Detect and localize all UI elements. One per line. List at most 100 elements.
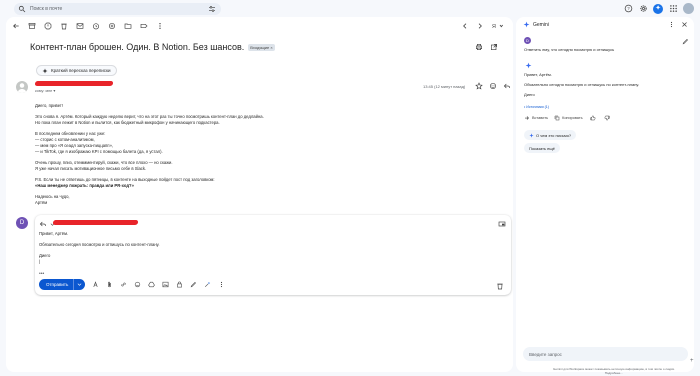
- lock-icon[interactable]: [175, 281, 183, 289]
- reply-avatar[interactable]: D: [16, 217, 28, 229]
- body-signoff: Надеюсь на чудо, Артём: [35, 194, 70, 205]
- label-icon[interactable]: [140, 22, 148, 30]
- emoji-icon[interactable]: [133, 281, 141, 289]
- link-icon[interactable]: [119, 281, 127, 289]
- show-trimmed-content-button[interactable]: •••: [39, 271, 44, 277]
- sources-link[interactable]: • Источники (1): [524, 105, 549, 109]
- recipient-line[interactable]: кому: мне ▾: [35, 88, 55, 93]
- reply-recipient-redacted: [52, 220, 139, 225]
- inbox-label-chip[interactable]: Входящие ×: [248, 43, 275, 51]
- user-avatar: D: [524, 37, 531, 44]
- gemini-response: Привет, Артём. Обязательно сегодня посмо…: [524, 72, 684, 102]
- search-bar[interactable]: [14, 3, 221, 15]
- reply-icon[interactable]: [503, 82, 511, 90]
- close-icon[interactable]: [680, 20, 688, 28]
- thumb-down-icon[interactable]: [603, 114, 611, 122]
- search-icon[interactable]: [18, 5, 27, 14]
- copy-icon: [554, 115, 560, 121]
- gemini-prompt-field[interactable]: [523, 347, 688, 361]
- show-more-label: Показать ещё: [529, 145, 555, 151]
- gemini-response-sparkle-icon: [525, 62, 532, 69]
- attach-icon[interactable]: [105, 281, 113, 289]
- more-options-icon[interactable]: [217, 281, 225, 289]
- help-me-write-icon[interactable]: [203, 281, 211, 289]
- input-tools-icon[interactable]: Я: [491, 22, 505, 30]
- delete-icon[interactable]: [60, 22, 68, 30]
- sender-avatar[interactable]: [16, 81, 28, 93]
- gemini-sparkle-icon: [523, 21, 530, 28]
- message-time: 13:45 (12 минут назад): [423, 84, 466, 89]
- suggestion-label: О чем это письмо?: [536, 132, 572, 138]
- subject-row: Контент-план брошен. Один. В Notion. Без…: [30, 39, 500, 55]
- archive-icon[interactable]: [28, 22, 36, 30]
- search-input[interactable]: [30, 6, 180, 12]
- toolbar: Я: [10, 20, 509, 32]
- tune-icon[interactable]: [208, 5, 216, 13]
- pop-out-icon[interactable]: [498, 220, 506, 228]
- gemini-title: Gemini: [533, 21, 549, 28]
- emoji-react-icon[interactable]: [489, 82, 497, 90]
- print-icon[interactable]: [475, 43, 483, 51]
- move-to-icon[interactable]: [124, 22, 132, 30]
- photo-icon[interactable]: [161, 281, 169, 289]
- gear-icon[interactable]: [638, 4, 648, 14]
- gemini-prompt-input[interactable]: [529, 351, 669, 357]
- mail-panel: Я Контент-план брошен. Один. В Notion. Б…: [6, 17, 522, 372]
- body-greeting: Диего, привет!: [35, 103, 63, 108]
- thumb-up-icon[interactable]: [589, 114, 597, 122]
- user-prompt-text: Ответить ему, что сегодня посмотрю и отп…: [524, 47, 615, 52]
- gemini-disclaimer: Gemini для Workspace может показывать не…: [553, 367, 675, 375]
- signature-icon[interactable]: [189, 281, 197, 289]
- top-bar: ? ✦: [0, 0, 700, 17]
- format-text-icon[interactable]: [91, 281, 99, 289]
- top-icons: ? ✦: [623, 3, 694, 14]
- star-icon[interactable]: [475, 82, 483, 90]
- snooze-icon[interactable]: [92, 22, 100, 30]
- insert-button[interactable]: Вставить: [524, 115, 548, 121]
- reply-actions: Отправить: [39, 279, 225, 290]
- svg-text:?: ?: [627, 6, 630, 11]
- drive-icon[interactable]: [147, 281, 155, 289]
- back-arrow-icon[interactable]: [12, 22, 20, 30]
- reply-line: Обязательно сегодня посмотрю и отпишусь …: [39, 242, 160, 247]
- report-spam-icon[interactable]: [44, 22, 52, 30]
- summary-chip-label: Краткий пересказ переписки: [51, 68, 111, 73]
- newer-icon[interactable]: [461, 22, 469, 30]
- reply-type-icon[interactable]: [39, 220, 47, 228]
- body-paragraph: Это снова я. Артём. Который каждую недел…: [35, 114, 264, 125]
- more-vert-icon[interactable]: [667, 20, 675, 28]
- gemini-response-line: Привет, Артём.: [524, 72, 552, 77]
- reply-textarea[interactable]: Привет, Артём. Обязательно сегодня посмо…: [39, 231, 459, 270]
- sparkle-icon: [42, 68, 48, 74]
- send-button[interactable]: Отправить: [39, 279, 86, 290]
- suggestion-chip[interactable]: О чем это письмо?: [524, 130, 577, 140]
- show-more-chip[interactable]: Показать ещё: [524, 143, 560, 153]
- apps-icon[interactable]: [668, 4, 678, 14]
- add-addon-icon[interactable]: +: [690, 358, 694, 364]
- gemini-icon[interactable]: ✦: [653, 3, 663, 14]
- older-icon[interactable]: [476, 22, 484, 30]
- more-vert-icon[interactable]: [156, 22, 164, 30]
- sparkle-icon: [529, 132, 534, 138]
- add-task-icon[interactable]: [108, 22, 116, 30]
- send-options-chevron-icon[interactable]: [73, 279, 85, 290]
- discard-draft-icon[interactable]: [496, 282, 504, 290]
- help-icon[interactable]: ?: [623, 4, 633, 14]
- copy-button[interactable]: Копировать: [554, 115, 583, 121]
- mark-unread-icon[interactable]: [76, 22, 84, 30]
- body-paragraph: В последнем обновлении у нас уже: — стор…: [35, 131, 163, 154]
- gemini-actions: Вставить Копировать: [524, 114, 611, 122]
- reply-line: Диего |: [39, 253, 51, 264]
- email-subject: Контент-план брошен. Один. В Notion. Без…: [30, 42, 245, 52]
- open-new-window-icon[interactable]: [490, 43, 498, 51]
- gemini-response-line: Обязательно сегодня посмотрю и отпишусь …: [524, 82, 640, 87]
- avatar[interactable]: [683, 3, 694, 14]
- reply-line: Привет, Артём.: [39, 231, 69, 236]
- body-ps: P.S. Если ты не ответишь до пятницы, в к…: [35, 177, 215, 182]
- edit-icon[interactable]: [681, 37, 689, 45]
- reply-compose-box: Привет, Артём. Обязательно сегодня посмо…: [35, 215, 511, 295]
- body-paragraph: P.S. Если ты не ответишь до пятницы, в к…: [35, 177, 335, 189]
- email-body: Диего, привет! Это снова я. Артём. Котор…: [35, 103, 335, 211]
- sender-row: кому: мне ▾ 13:45 (12 минут назад): [16, 81, 522, 95]
- summary-chip[interactable]: Краткий пересказ переписки: [36, 65, 117, 76]
